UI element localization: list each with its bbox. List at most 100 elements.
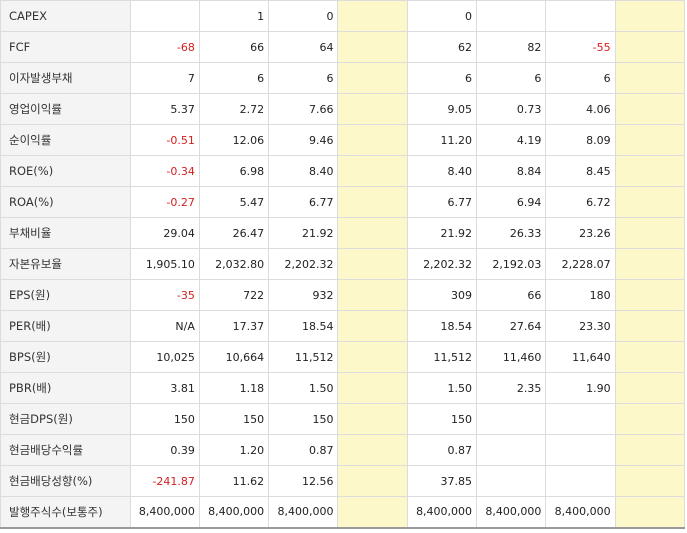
value-cell: 8,400,000: [198, 496, 270, 529]
row-label: 부채비율: [0, 217, 131, 249]
value-cell: 180: [545, 279, 616, 311]
table-row: BPS(원) 10,025 10,664 11,512 11,512 11,460 11,6…: [0, 341, 686, 373]
value-cell: [476, 465, 547, 497]
row-label: EPS(원): [0, 279, 131, 311]
highlight-cell: [614, 217, 686, 249]
value-cell: 5.37: [129, 93, 200, 125]
value-cell: 21.92: [406, 217, 478, 249]
value-cell: 27.64: [476, 310, 547, 342]
highlight-cell: [337, 496, 408, 529]
highlight-cell: [614, 93, 686, 125]
value-cell: 1.50: [268, 372, 339, 404]
value-cell: -68: [129, 31, 200, 63]
row-label: PER(배): [0, 310, 131, 342]
highlight-cell: [337, 217, 408, 249]
row-label: 발행주식수(보통주): [0, 496, 131, 529]
value-cell: 2,192.03: [476, 248, 547, 280]
value-cell: 1.20: [198, 434, 270, 466]
value-cell: N/A: [129, 310, 200, 342]
value-cell: 1.90: [545, 372, 616, 404]
value-cell: 18.54: [406, 310, 478, 342]
highlight-cell: [614, 496, 686, 529]
value-cell: 309: [406, 279, 478, 311]
value-cell: [476, 0, 547, 32]
row-label: ROE(%): [0, 155, 131, 187]
value-cell: 11,512: [406, 341, 478, 373]
value-cell: 23.26: [545, 217, 616, 249]
value-cell: 4.06: [545, 93, 616, 125]
value-cell: [129, 0, 200, 32]
table-row: 현금DPS(원) 150 150 150 150: [0, 403, 686, 435]
highlight-cell: [337, 310, 408, 342]
value-cell: 0: [268, 0, 339, 32]
highlight-cell: [614, 248, 686, 280]
highlight-cell: [614, 372, 686, 404]
highlight-cell: [337, 434, 408, 466]
value-cell: 932: [268, 279, 339, 311]
highlight-cell: [337, 403, 408, 435]
value-cell: 0.73: [476, 93, 547, 125]
value-cell: 9.46: [268, 124, 339, 156]
value-cell: -0.27: [129, 186, 200, 218]
value-cell: 8.40: [268, 155, 339, 187]
value-cell: 66: [198, 31, 270, 63]
value-cell: 18.54: [268, 310, 339, 342]
highlight-cell: [337, 279, 408, 311]
value-cell: 8,400,000: [545, 496, 616, 529]
table-row: 현금배당수익률 0.39 1.20 0.87 0.87: [0, 434, 686, 466]
value-cell: 37.85: [406, 465, 478, 497]
value-cell: 6.77: [406, 186, 478, 218]
highlight-cell: [614, 310, 686, 342]
row-label: PBR(배): [0, 372, 131, 404]
highlight-cell: [337, 248, 408, 280]
row-label: 현금DPS(원): [0, 403, 131, 435]
value-cell: 722: [198, 279, 270, 311]
highlight-cell: [614, 279, 686, 311]
value-cell: [545, 434, 616, 466]
value-cell: 150: [198, 403, 270, 435]
value-cell: 7.66: [268, 93, 339, 125]
row-label: 영업이익률: [0, 93, 131, 125]
value-cell: 10,664: [198, 341, 270, 373]
value-cell: [545, 0, 616, 32]
financial-table-container: CAPEX 1 0 0 FCF -68 66 64 62 82 -55 이자발생부채 7 6 6 6 6 6 영업이…: [0, 0, 687, 533]
table-row: 현금배당성향(%) -241.87 11.62 12.56 37.85: [0, 465, 686, 497]
highlight-cell: [337, 93, 408, 125]
value-cell: 82: [476, 31, 547, 63]
value-cell: 23.30: [545, 310, 616, 342]
table-row: ROA(%) -0.27 5.47 6.77 6.77 6.94 6.72: [0, 186, 686, 218]
row-label: BPS(원): [0, 341, 131, 373]
value-cell: 6: [198, 62, 270, 94]
value-cell: 2.35: [476, 372, 547, 404]
value-cell: 11,460: [476, 341, 547, 373]
value-cell: -55: [545, 31, 616, 63]
value-cell: 2,202.32: [406, 248, 478, 280]
value-cell: 150: [268, 403, 339, 435]
row-label: 자본유보율: [0, 248, 131, 280]
value-cell: 6.77: [268, 186, 339, 218]
value-cell: 0.87: [268, 434, 339, 466]
highlight-cell: [337, 186, 408, 218]
value-cell: 6: [268, 62, 339, 94]
value-cell: 26.33: [476, 217, 547, 249]
value-cell: 5.47: [198, 186, 270, 218]
table-row: CAPEX 1 0 0: [0, 0, 686, 32]
value-cell: 21.92: [268, 217, 339, 249]
value-cell: 8.84: [476, 155, 547, 187]
value-cell: 62: [406, 31, 478, 63]
highlight-cell: [337, 124, 408, 156]
value-cell: 0: [406, 0, 478, 32]
table-row: FCF -68 66 64 62 82 -55: [0, 31, 686, 63]
table-row: 순이익률 -0.51 12.06 9.46 11.20 4.19 8.09: [0, 124, 686, 156]
value-cell: 4.19: [476, 124, 547, 156]
value-cell: 1.50: [406, 372, 478, 404]
value-cell: 8.40: [406, 155, 478, 187]
highlight-cell: [337, 155, 408, 187]
value-cell: 2.72: [198, 93, 270, 125]
financial-ratios-table: CAPEX 1 0 0 FCF -68 66 64 62 82 -55 이자발생부채 7 6 6 6 6 6 영업이…: [0, 0, 686, 529]
table-row: EPS(원) -35 722 932 309 66 180: [0, 279, 686, 311]
highlight-cell: [614, 0, 686, 32]
value-cell: 10,025: [129, 341, 200, 373]
row-label: CAPEX: [0, 0, 131, 32]
value-cell: 6: [476, 62, 547, 94]
